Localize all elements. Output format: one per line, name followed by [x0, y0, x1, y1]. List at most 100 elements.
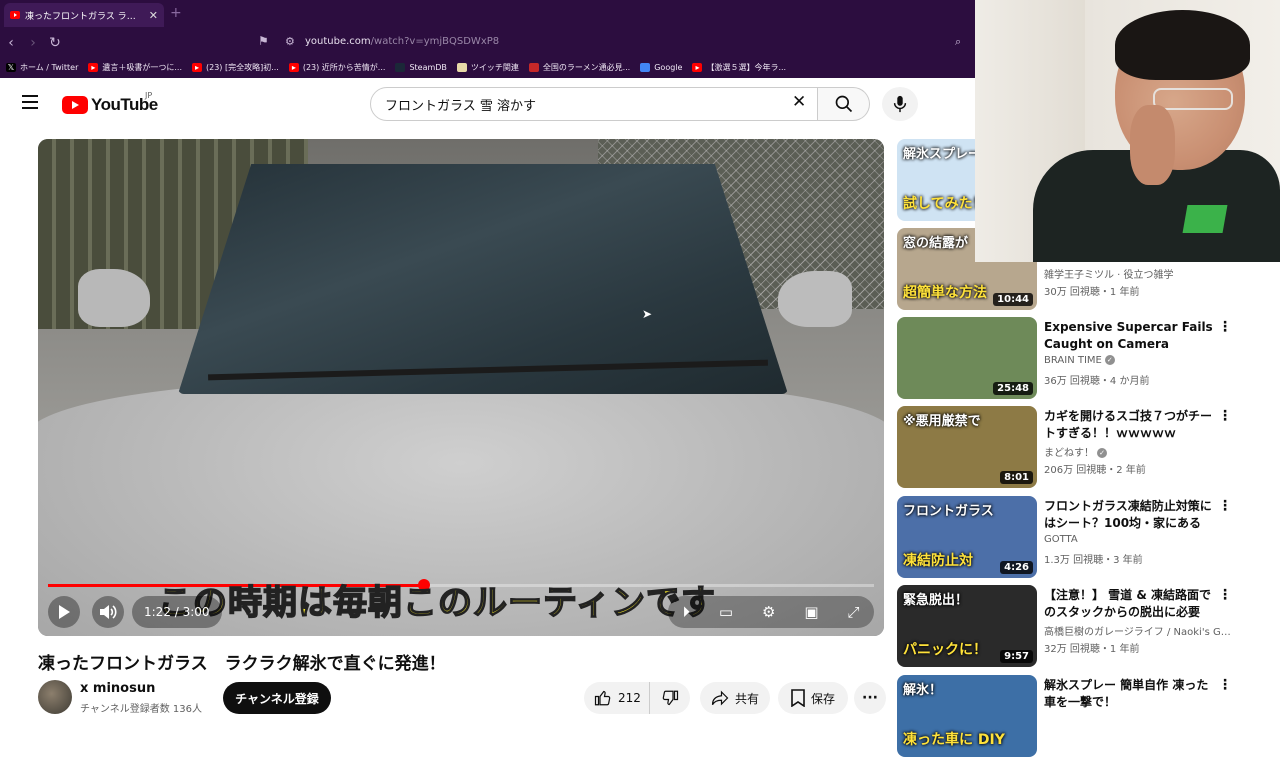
- like-count: 212: [618, 691, 641, 705]
- microphone-icon: [893, 95, 907, 113]
- time-display: 1:22 / 3:00: [132, 596, 222, 628]
- webcam-person-glasses: [1153, 88, 1233, 110]
- browser-tab-bar: 凍ったフロントガラス ラクラク解氷で ✕ +: [0, 0, 975, 29]
- recommended-channel-name[interactable]: まどねす！: [1044, 448, 1094, 459]
- youtube-icon: ▸: [88, 62, 99, 72]
- recommended-channel-name[interactable]: 高橋巨樹のガレージライフ / Naoki's Gar...: [1044, 627, 1234, 638]
- more-vertical-icon[interactable]: ⋮: [1218, 319, 1232, 335]
- save-button[interactable]: 保存: [778, 682, 848, 714]
- settings-gear-icon[interactable]: ⚙: [762, 603, 775, 621]
- recommended-video-thumbnail[interactable]: 解氷！ 凍った車に DIY: [897, 675, 1037, 757]
- play-button[interactable]: [48, 596, 80, 628]
- back-icon[interactable]: ‹: [0, 35, 22, 51]
- autoplay-toggle-icon[interactable]: ⏵: [682, 603, 690, 621]
- bookmark-item[interactable]: SteamDB: [395, 62, 447, 72]
- search-value: フロントガラス 雪 溶かす: [385, 98, 537, 114]
- recommended-video-meta: 206万 回視聴・2 年前: [1044, 465, 1146, 476]
- more-vertical-icon[interactable]: ⋮: [1218, 498, 1232, 514]
- youtube-play-logo-icon: [62, 96, 88, 114]
- recommended-video-title[interactable]: フロントガラス凍結防止対策にはシート？100均・家にあるも...: [1044, 498, 1216, 532]
- browser-tab-active[interactable]: 凍ったフロントガラス ラクラク解氷で ✕: [4, 3, 164, 27]
- bookmark-label: (23) [完全攻略]初...: [206, 62, 279, 72]
- bookmark-label: (23) 近所から苦情が...: [302, 62, 386, 72]
- channel-name[interactable]: x minosun: [80, 681, 155, 696]
- bookmark-item[interactable]: 𝕏 ホーム / Twitter: [6, 62, 78, 73]
- bookmark-label: Google: [654, 62, 683, 72]
- player-right-controls: ⏵ ▭ ⚙ ▣ ⤢: [668, 596, 874, 628]
- fullscreen-icon[interactable]: ⤢: [847, 603, 859, 621]
- channel-avatar[interactable]: [38, 680, 72, 714]
- voice-search-button[interactable]: [882, 87, 918, 121]
- theater-mode-icon[interactable]: ▣: [804, 603, 818, 621]
- volume-button[interactable]: [92, 596, 124, 628]
- youtube-icon: ▸: [288, 62, 299, 72]
- bookmark-item[interactable]: 全国のラーメン通必見...: [528, 62, 630, 73]
- recommended-video-thumbnail[interactable]: 緊急脱出！ パニックに！ 9:57: [897, 585, 1037, 667]
- menu-icon[interactable]: [22, 95, 42, 113]
- thumbnail-text: 窓の結露が: [903, 236, 969, 251]
- more-actions-button[interactable]: ···: [854, 682, 886, 714]
- recommended-channel-name[interactable]: 雑学王子ミツル · 役立つ雑学: [1044, 270, 1174, 281]
- url-field[interactable]: youtube.com/watch?v=ymjBQSDWxP8: [305, 36, 499, 47]
- recommended-video-thumbnail[interactable]: ※悪用厳禁で 8:01: [897, 406, 1037, 488]
- youtube-logo[interactable]: YouTube: [62, 95, 158, 115]
- share-icon: [711, 690, 729, 706]
- new-tab-button[interactable]: +: [170, 5, 182, 21]
- bookmark-item[interactable]: ▸ 【激選５選】今年ラ...: [692, 62, 786, 73]
- recommended-video-title[interactable]: Expensive Supercar Fails Caught on Camer…: [1044, 319, 1216, 353]
- more-vertical-icon[interactable]: ⋮: [1218, 587, 1232, 603]
- share-button[interactable]: 共有: [700, 682, 770, 714]
- youtube-icon: ▸: [692, 62, 703, 72]
- recommended-video-title[interactable]: カギを開けるスゴ技７つがチートすぎる！！ｗｗｗｗｗ: [1044, 408, 1216, 442]
- thumbnail-text: フロントガラス: [903, 504, 994, 519]
- recommended-channel-name[interactable]: GOTTA: [1044, 534, 1078, 545]
- play-icon: [59, 605, 70, 619]
- bookmark-item[interactable]: ▸ (23) [完全攻略]初...: [192, 62, 279, 73]
- x-icon: 𝕏: [6, 62, 16, 72]
- recommended-channel-name[interactable]: BRAIN TIME: [1044, 355, 1102, 366]
- recommended-video-meta: 1.3万 回視聴・3 年前: [1044, 555, 1143, 566]
- bookmark-item[interactable]: ツイッチ関連: [456, 62, 519, 73]
- bookmark-label: 【激選５選】今年ラ...: [706, 62, 787, 72]
- webcam-person-hair: [1115, 10, 1250, 80]
- site-info-icon[interactable]: ⚙: [285, 35, 295, 48]
- url-host: youtube.com: [305, 36, 371, 47]
- recommended-video-title[interactable]: 解氷スプレー 簡単自作 凍った車を一撃で！: [1044, 677, 1216, 711]
- subtitles-icon[interactable]: ▭: [719, 603, 733, 621]
- verified-badge-icon: ✓: [1097, 448, 1107, 458]
- like-dislike-group: 212: [584, 682, 690, 714]
- bookmark-page-icon[interactable]: ⚑: [258, 34, 269, 48]
- recommended-video-thumbnail[interactable]: フロントガラス 凍結防止対 4:26: [897, 496, 1037, 578]
- folder-icon: [456, 62, 467, 72]
- thumbnail-text: 凍った車に DIY: [903, 732, 1005, 748]
- bookmark-item[interactable]: ▸ (23) 近所から苦情が...: [288, 62, 386, 73]
- more-horizontal-icon: ···: [862, 690, 878, 706]
- reload-icon[interactable]: ↻: [44, 35, 66, 51]
- bookmark-item[interactable]: Google: [640, 62, 683, 72]
- search-input[interactable]: フロントガラス 雪 溶かす: [370, 87, 818, 121]
- close-tab-icon[interactable]: ✕: [149, 9, 158, 22]
- recommended-video-thumbnail[interactable]: 25:48: [897, 317, 1037, 399]
- forward-icon[interactable]: ›: [22, 35, 44, 51]
- video-duration: 25:48: [993, 382, 1033, 395]
- video-duration: 8:01: [1000, 471, 1033, 484]
- mouse-cursor-icon: ➤: [642, 307, 653, 321]
- more-vertical-icon[interactable]: ⋮: [1218, 408, 1232, 424]
- zoom-icon[interactable]: ⌕: [955, 35, 961, 49]
- video-subtitle: この時期は毎朝このルーティンです: [157, 582, 716, 624]
- more-vertical-icon[interactable]: ⋮: [1218, 677, 1232, 693]
- bookmark-item[interactable]: ▸ 遺言＋吸書が一つに...: [88, 62, 182, 73]
- video-duration: 4:26: [1000, 561, 1033, 574]
- bookmark-icon: [791, 689, 805, 707]
- webcam-shirt-logo: [1182, 205, 1228, 233]
- recommended-video-title[interactable]: 【注意！】 雪道 & 凍結路面でのスタックからの脱出に必要な...: [1044, 587, 1216, 621]
- like-button[interactable]: 212: [584, 682, 650, 714]
- thumbs-down-icon: [662, 690, 679, 706]
- search-button[interactable]: [818, 87, 870, 121]
- clear-search-icon[interactable]: ✕: [792, 92, 806, 112]
- dislike-button[interactable]: [650, 689, 690, 707]
- video-duration: 9:57: [1000, 650, 1033, 663]
- thumbs-up-icon: [594, 690, 611, 706]
- subscribe-button[interactable]: チャンネル登録: [223, 682, 331, 714]
- video-player[interactable]: ➤ この時期は毎朝このルーティンです 1:22 / 3:00 ⏵ ▭ ⚙ ▣ ⤢: [38, 139, 884, 636]
